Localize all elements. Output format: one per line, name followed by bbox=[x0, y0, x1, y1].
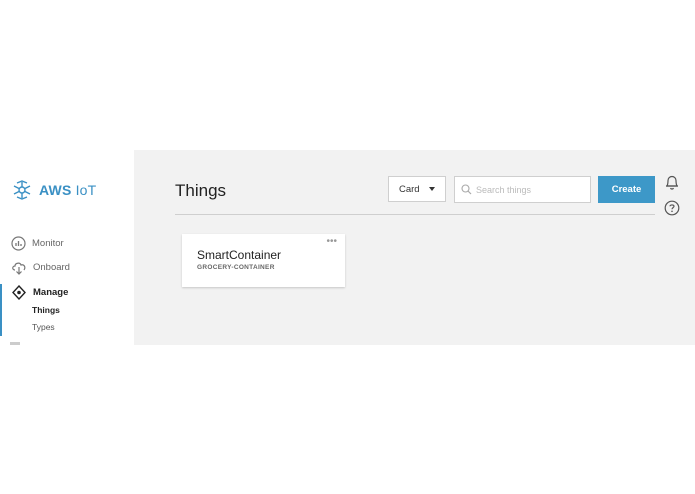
view-select-dropdown[interactable]: Card bbox=[388, 176, 446, 202]
sidebar-subitem-things[interactable]: Things bbox=[32, 305, 60, 315]
onboard-icon bbox=[12, 262, 26, 275]
main-content: Things Card Create ••• SmartContainer bbox=[134, 150, 695, 345]
bell-icon[interactable] bbox=[664, 174, 680, 191]
search-box[interactable] bbox=[454, 176, 591, 203]
sidebar-item-label: Onboard bbox=[33, 262, 70, 273]
sidebar-item-cutoff bbox=[10, 342, 20, 345]
view-select-value: Card bbox=[399, 183, 420, 195]
search-icon bbox=[461, 184, 472, 195]
thing-name: SmartContainer bbox=[197, 248, 282, 262]
card-menu-button[interactable]: ••• bbox=[326, 237, 337, 247]
sidebar-item-monitor[interactable]: Monitor bbox=[11, 236, 64, 251]
aws-iot-logo-icon bbox=[13, 180, 31, 200]
sidebar-subitem-types[interactable]: Types bbox=[32, 322, 55, 332]
manage-icon bbox=[12, 285, 26, 300]
thing-type: GROCERY-CONTAINER bbox=[197, 264, 275, 271]
sidebar-item-label: Monitor bbox=[32, 238, 64, 249]
active-section-indicator bbox=[0, 284, 2, 336]
header-divider bbox=[175, 214, 655, 215]
search-input[interactable] bbox=[476, 184, 584, 195]
brand-logo[interactable]: AWS IoT bbox=[11, 180, 96, 200]
thing-card[interactable]: ••• SmartContainer GROCERY-CONTAINER bbox=[182, 234, 345, 287]
caret-down-icon bbox=[429, 187, 435, 191]
create-button[interactable]: Create bbox=[598, 176, 655, 203]
page-title: Things bbox=[175, 181, 227, 200]
sidebar-item-label: Manage bbox=[33, 287, 69, 298]
sidebar: AWS IoT Monitor Onboard Manage Things Ty… bbox=[0, 150, 134, 345]
brand-name: AWS IoT bbox=[39, 182, 97, 198]
monitor-icon bbox=[11, 236, 26, 251]
sidebar-item-onboard[interactable]: Onboard bbox=[11, 260, 70, 275]
help-icon[interactable] bbox=[664, 200, 680, 216]
sidebar-item-manage[interactable]: Manage bbox=[11, 285, 68, 300]
aws-iot-console: AWS IoT Monitor Onboard Manage Things Ty… bbox=[0, 150, 695, 345]
